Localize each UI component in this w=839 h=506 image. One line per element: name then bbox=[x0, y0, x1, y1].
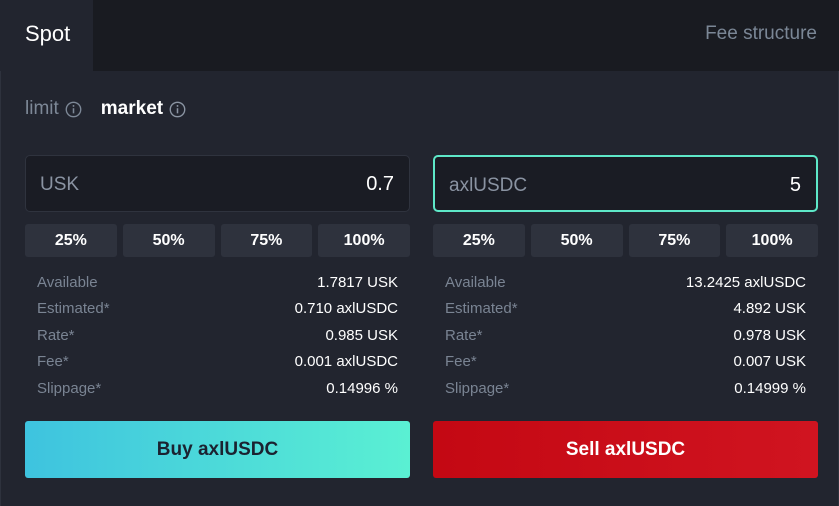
mode-limit-label: limit bbox=[25, 98, 59, 119]
detail-label: Estimated* bbox=[445, 300, 518, 318]
buy-details: Available 1.7817 USK Estimated* 0.710 ax… bbox=[25, 269, 410, 402]
percent-buttons: 25% 50% 75% 100% bbox=[25, 224, 410, 257]
buy-button[interactable]: Buy axlUSDC bbox=[25, 421, 410, 478]
mode-market[interactable]: market bbox=[101, 98, 186, 120]
percent-buttons: 25% 50% 75% 100% bbox=[433, 224, 818, 257]
tab-bar: Spot Fee structure bbox=[0, 0, 839, 71]
percent-50-button[interactable]: 50% bbox=[122, 224, 215, 257]
detail-row-slippage: Slippage* 0.14996 % bbox=[37, 375, 398, 402]
percent-100-button[interactable]: 100% bbox=[726, 224, 818, 257]
detail-value: 4.892 USK bbox=[733, 300, 806, 318]
detail-label: Slippage* bbox=[445, 379, 510, 397]
input-asset-label: axlUSDC bbox=[449, 175, 528, 196]
detail-row-estimated: Estimated* 4.892 USK bbox=[445, 296, 806, 323]
sell-panel: axlUSDC 5 25% 50% 75% 100% Available 13.… bbox=[433, 155, 818, 402]
detail-value: 0.001 axlUSDC bbox=[294, 353, 398, 371]
detail-row-available: Available 1.7817 USK bbox=[37, 269, 398, 296]
detail-value: 0.710 axlUSDC bbox=[294, 300, 398, 318]
detail-value: 0.007 USK bbox=[733, 353, 806, 371]
input-amount-value[interactable]: 5 bbox=[790, 174, 801, 197]
percent-75-button[interactable]: 75% bbox=[220, 224, 313, 257]
buy-panel: USK 0.7 25% 50% 75% 100% Available 1.781… bbox=[25, 155, 410, 402]
detail-row-fee: Fee* 0.001 axlUSDC bbox=[37, 349, 398, 376]
percent-25-button[interactable]: 25% bbox=[25, 224, 117, 257]
detail-row-estimated: Estimated* 0.710 axlUSDC bbox=[37, 296, 398, 323]
detail-label: Available bbox=[445, 273, 506, 291]
detail-label: Estimated* bbox=[37, 300, 110, 318]
input-asset-label: USK bbox=[40, 174, 80, 195]
tab-spot[interactable]: Spot bbox=[0, 0, 93, 71]
detail-label: Fee* bbox=[445, 353, 477, 371]
detail-value: 13.2425 axlUSDC bbox=[685, 273, 806, 291]
mode-limit[interactable]: limit bbox=[25, 98, 82, 120]
detail-value: 0.978 USK bbox=[733, 326, 806, 344]
detail-label: Slippage* bbox=[37, 379, 102, 397]
order-mode-selector: limit market bbox=[25, 97, 205, 121]
detail-value: 1.7817 USK bbox=[317, 273, 398, 291]
sell-details: Available 13.2425 axlUSDC Estimated* 4.8… bbox=[433, 269, 818, 402]
detail-value: 0.14999 % bbox=[734, 379, 806, 397]
sell-button[interactable]: Sell axlUSDC bbox=[433, 421, 818, 478]
detail-row-fee: Fee* 0.007 USK bbox=[445, 349, 806, 376]
percent-25-button[interactable]: 25% bbox=[433, 224, 525, 257]
usk-amount-input[interactable]: USK 0.7 bbox=[25, 155, 410, 212]
detail-label: Rate* bbox=[37, 326, 75, 344]
percent-100-button[interactable]: 100% bbox=[318, 224, 410, 257]
fee-structure-link[interactable]: Fee structure bbox=[705, 23, 817, 45]
input-amount-value[interactable]: 0.7 bbox=[366, 173, 394, 196]
mode-market-label: market bbox=[100, 98, 164, 119]
detail-row-slippage: Slippage* 0.14999 % bbox=[445, 375, 806, 402]
detail-label: Fee* bbox=[37, 353, 69, 371]
detail-label: Available bbox=[37, 273, 98, 291]
detail-value: 0.14996 % bbox=[326, 379, 398, 397]
axlusdc-amount-input[interactable]: axlUSDC 5 bbox=[433, 155, 818, 212]
percent-75-button[interactable]: 75% bbox=[628, 224, 721, 257]
info-icon[interactable] bbox=[65, 101, 82, 118]
detail-label: Rate* bbox=[445, 326, 483, 344]
percent-50-button[interactable]: 50% bbox=[530, 224, 623, 257]
detail-row-rate: Rate* 0.985 USK bbox=[37, 322, 398, 349]
detail-value: 0.985 USK bbox=[325, 326, 398, 344]
detail-row-rate: Rate* 0.978 USK bbox=[445, 322, 806, 349]
info-icon[interactable] bbox=[169, 101, 186, 118]
detail-row-available: Available 13.2425 axlUSDC bbox=[445, 269, 806, 296]
